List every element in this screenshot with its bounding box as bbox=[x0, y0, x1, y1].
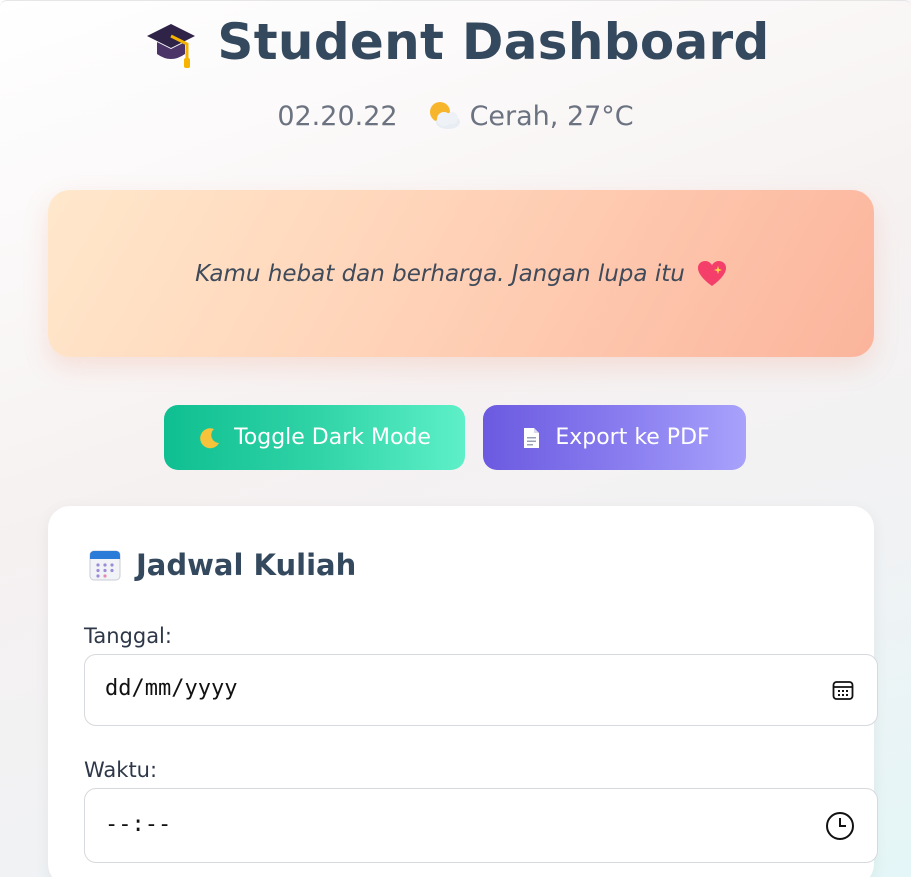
motivational-quote-card: Kamu hebat dan berharga. Jangan lupa itu bbox=[48, 190, 874, 357]
graduation-cap-icon bbox=[147, 24, 196, 68]
schedule-panel: Jadwal Kuliah Tanggal: dd/mm/yyyy Waktu:… bbox=[48, 506, 878, 877]
date-weather-line: 02.20.22 Cerah, 27°C bbox=[0, 100, 911, 132]
date-input-placeholder: dd/mm/yyyy bbox=[105, 676, 238, 701]
date-field-label: Tanggal: bbox=[84, 624, 172, 648]
schedule-title: Jadwal Kuliah bbox=[88, 548, 356, 582]
calendar-icon bbox=[89, 550, 121, 581]
current-date: 02.20.22 bbox=[277, 100, 398, 132]
schedule-title-text: Jadwal Kuliah bbox=[136, 548, 357, 582]
page-title: Student Dashboard bbox=[217, 13, 770, 71]
clock-picker-icon[interactable] bbox=[825, 811, 855, 841]
export-pdf-button[interactable]: Export ke PDF bbox=[483, 405, 746, 470]
quote-text: Kamu hebat dan berharga. Jangan lupa itu bbox=[195, 260, 685, 287]
calendar-picker-icon[interactable] bbox=[831, 678, 855, 702]
time-input[interactable]: --:-- bbox=[84, 788, 878, 863]
crescent-moon-icon bbox=[200, 427, 220, 448]
export-pdf-label: Export ke PDF bbox=[555, 425, 710, 450]
toggle-dark-mode-label: Toggle Dark Mode bbox=[234, 425, 431, 450]
toggle-dark-mode-button[interactable]: Toggle Dark Mode bbox=[164, 405, 465, 470]
document-icon bbox=[524, 427, 540, 448]
page-top-edge bbox=[0, 0, 911, 7]
dashboard-header: Student Dashboard bbox=[0, 12, 911, 72]
sun-behind-cloud-icon bbox=[429, 102, 460, 129]
time-field-label: Waktu: bbox=[84, 758, 158, 782]
weather-text: Cerah, 27°C bbox=[469, 100, 634, 132]
sparkling-heart-icon bbox=[697, 260, 726, 286]
date-input[interactable]: dd/mm/yyyy bbox=[84, 654, 878, 726]
time-input-placeholder: --:-- bbox=[105, 812, 172, 837]
